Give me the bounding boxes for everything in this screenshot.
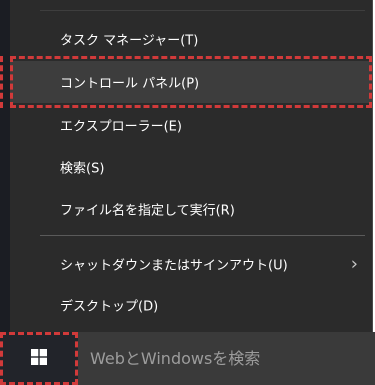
menu-item-shutdown-signout[interactable]: シャットダウンまたはサインアウト(U) › — [10, 243, 372, 285]
menu-item-explorer[interactable]: エクスプローラー(E) — [10, 104, 372, 146]
menu-separator — [40, 235, 365, 236]
menu-item-task-manager[interactable]: タスク マネージャー(T) — [10, 18, 372, 60]
menu-top-divider — [40, 10, 365, 11]
winx-context-menu: タスク マネージャー(T) コントロール パネル(P) エクスプローラー(E) … — [10, 0, 373, 332]
menu-item-label: エクスプローラー(E) — [60, 119, 182, 135]
left-edge-highlight — [0, 56, 8, 108]
desktop-edge — [0, 0, 10, 332]
menu-item-run[interactable]: ファイル名を指定して実行(R) — [10, 188, 372, 230]
menu-item-label: 検索(S) — [60, 161, 105, 177]
windows-logo-icon — [31, 349, 47, 365]
menu-item-label: ファイル名を指定して実行(R) — [60, 203, 235, 219]
menu-item-search[interactable]: 検索(S) — [10, 146, 372, 188]
menu-item-control-panel[interactable]: コントロール パネル(P) — [10, 61, 372, 103]
menu-item-label: コントロール パネル(P) — [60, 76, 200, 92]
chevron-right-icon: › — [350, 253, 358, 275]
screenshot-stage: タスク マネージャー(T) コントロール パネル(P) エクスプローラー(E) … — [0, 0, 375, 385]
menu-item-label: タスク マネージャー(T) — [60, 33, 199, 49]
taskbar — [0, 332, 375, 385]
menu-item-label: デスクトップ(D) — [60, 299, 159, 315]
menu-item-label: シャットダウンまたはサインアウト(U) — [60, 258, 288, 274]
taskbar-search-box[interactable] — [78, 332, 375, 385]
menu-item-desktop[interactable]: デスクトップ(D) — [10, 284, 372, 326]
start-button[interactable] — [0, 332, 78, 385]
search-input[interactable] — [88, 342, 362, 375]
